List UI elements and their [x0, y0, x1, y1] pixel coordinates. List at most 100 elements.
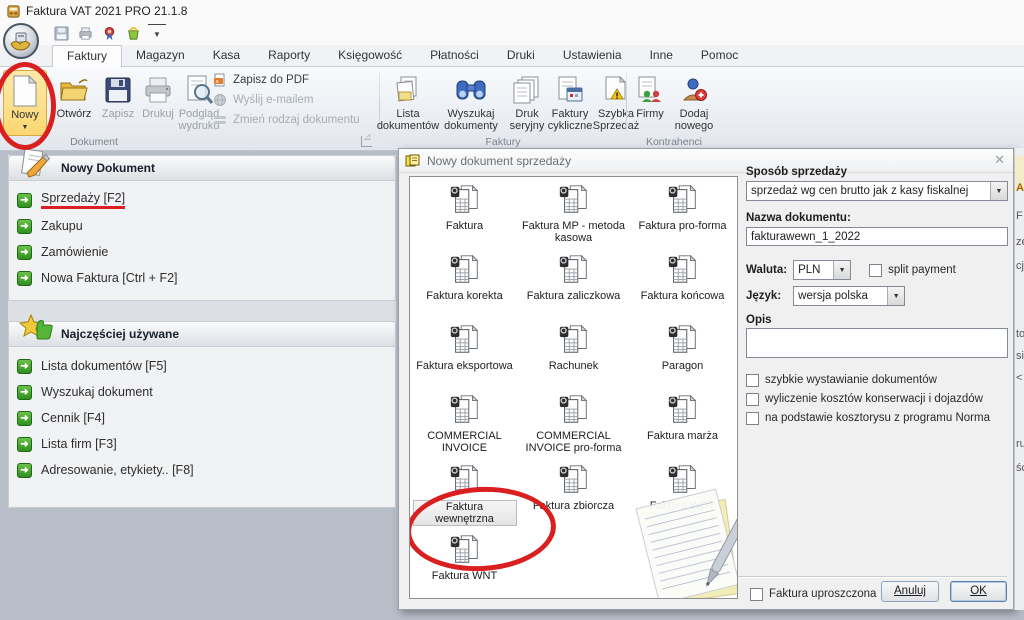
- invoice-document-icon: [448, 253, 482, 289]
- document-type-item[interactable]: Faktura eksportowa: [410, 317, 519, 387]
- ribbon-tab[interactable]: Księgowość: [324, 45, 416, 66]
- change-document-type-item[interactable]: Zmień rodzaj dokumentu: [213, 113, 360, 127]
- search-documents-button[interactable]: Wyszukaj dokumenty: [436, 70, 506, 136]
- serial-print-button[interactable]: Druk seryjny: [507, 70, 547, 136]
- group-label-kontrahenci: Kontrahenci: [628, 136, 720, 148]
- change-type-icon: [213, 113, 227, 127]
- add-contractor-label: Dodaj nowego: [672, 108, 716, 132]
- ribbon-tab[interactable]: Pomoc: [687, 45, 752, 66]
- document-type-item[interactable]: Faktura końcowa: [628, 247, 737, 317]
- sidebar-item-label: Zakupu: [41, 219, 83, 234]
- recurring-invoices-icon: [555, 72, 585, 108]
- document-type-item[interactable]: Faktura zbiorcza: [519, 457, 628, 527]
- document-type-item[interactable]: COMMERCIAL INVOICE: [410, 387, 519, 457]
- serial-print-label: Druk seryjny: [507, 108, 547, 132]
- add-contractor-button[interactable]: Dodaj nowego: [672, 70, 716, 136]
- sidebar-item[interactable]: ➜ Zakupu: [17, 213, 395, 239]
- floppy-icon: [105, 72, 131, 108]
- ribbon-tab[interactable]: Faktury: [52, 45, 122, 67]
- simplified-invoice-checkbox[interactable]: [750, 588, 763, 601]
- sidebar-group-header: Najczęściej używane: [9, 322, 395, 347]
- document-type-item[interactable]: Faktura wewnętrzna: [410, 457, 519, 527]
- shop-icon[interactable]: [124, 24, 142, 42]
- license-badge-icon[interactable]: [100, 24, 118, 42]
- sidebar-item[interactable]: ➜ Nowa Faktura [Ctrl + F2]: [17, 265, 395, 291]
- currency-combobox[interactable]: PLN ▼: [793, 260, 851, 280]
- ok-button[interactable]: OK: [950, 581, 1007, 602]
- option-checkboxes: szybkie wystawianie dokumentów wyliczeni…: [746, 372, 990, 426]
- binoculars-icon: [455, 72, 487, 108]
- combo-arrow-icon[interactable]: ▼: [990, 182, 1007, 200]
- green-arrow-icon: ➜: [17, 411, 32, 426]
- ribbon-tab[interactable]: Kasa: [199, 45, 254, 66]
- ribbon-tab[interactable]: Ustawienia: [549, 45, 636, 66]
- option-label: szybkie wystawianie dokumentów: [765, 374, 937, 386]
- ribbon-tab[interactable]: Raporty: [254, 45, 324, 66]
- document-type-item[interactable]: Faktura korekta: [410, 247, 519, 317]
- open-button-label: Otwórz: [57, 108, 92, 120]
- combo-arrow-icon[interactable]: ▼: [833, 261, 850, 279]
- green-arrow-icon: ➜: [17, 463, 32, 478]
- sidebar-item[interactable]: ➜ Cennik [F4]: [17, 405, 395, 431]
- sidebar-item[interactable]: ➜ Lista firm [F3]: [17, 431, 395, 457]
- sidebar-item-label: Lista dokumentów [F5]: [41, 359, 167, 374]
- option-checkbox[interactable]: [746, 393, 759, 406]
- document-type-item[interactable]: Faktura: [410, 177, 519, 247]
- save-button[interactable]: Zapisz: [96, 70, 140, 136]
- ribbon-tab[interactable]: Płatności: [416, 45, 493, 66]
- qat-customize-dropdown-icon[interactable]: ▼: [148, 24, 166, 42]
- send-email-item[interactable]: Wyślij e-mailem: [213, 93, 360, 107]
- sidebar-item[interactable]: ➜ Adresowanie, etykiety.. [F8]: [17, 457, 395, 483]
- sidebar-item[interactable]: ➜ Sprzedaży [F2]: [17, 187, 395, 213]
- navigation-sidebar: Nowy Dokument ➜ Sprzedaży [F2] ➜ Zakupu: [8, 155, 396, 508]
- ribbon-group-kontrahenci: Firmy Dodaj nowego Kontrahenci: [628, 67, 720, 150]
- ribbon-tab[interactable]: Druki: [493, 45, 549, 66]
- document-type-item[interactable]: COMMERCIAL INVOICE pro-forma: [519, 387, 628, 457]
- print-icon[interactable]: [76, 24, 94, 42]
- split-payment-checkbox[interactable]: [869, 264, 882, 277]
- sidebar-item-label: Wyszukaj dokument: [41, 385, 153, 400]
- sidebar-item[interactable]: ➜ Zamówienie: [17, 239, 395, 265]
- language-combobox[interactable]: wersja polska ▼: [793, 286, 905, 306]
- save-icon[interactable]: [52, 24, 70, 42]
- email-icon: [213, 93, 227, 107]
- document-name-input[interactable]: [746, 227, 1008, 246]
- save-to-pdf-item[interactable]: a Zapisz do PDF: [213, 73, 360, 87]
- language-value: wersja polska: [794, 287, 887, 305]
- combo-arrow-icon[interactable]: ▼: [887, 287, 904, 305]
- sidebar-item[interactable]: ➜ Wyszukaj dokument: [17, 379, 395, 405]
- recurring-invoices-button[interactable]: Faktury cykliczne: [547, 70, 593, 136]
- option-row: szybkie wystawianie dokumentów: [746, 372, 990, 388]
- ribbon-tab[interactable]: Magazyn: [122, 45, 199, 66]
- sidebar-item[interactable]: ➜ Lista dokumentów [F5]: [17, 353, 395, 379]
- sale-method-combobox[interactable]: sprzedaż wg cen brutto jak z kasy fiskal…: [746, 181, 1008, 201]
- print-button[interactable]: Drukuj: [136, 70, 180, 136]
- option-checkbox[interactable]: [746, 412, 759, 425]
- document-type-item[interactable]: Paragon: [628, 317, 737, 387]
- text-fragment: A: [1016, 182, 1024, 194]
- cancel-button[interactable]: Anuluj: [881, 581, 939, 602]
- document-type-item[interactable]: Faktura WNT: [410, 527, 519, 597]
- sidebar-item-label: Cennik [F4]: [41, 411, 105, 426]
- dialog-launcher-icon[interactable]: [361, 136, 372, 147]
- document-list-button[interactable]: Lista dokumentów: [381, 70, 435, 136]
- document-type-item[interactable]: Faktura marża: [628, 387, 737, 457]
- document-type-item[interactable]: Rachunek: [519, 317, 628, 387]
- new-dropdown-arrow-icon: ▼: [22, 122, 29, 134]
- option-checkbox[interactable]: [746, 374, 759, 387]
- sidebar-item-label: Lista firm [F3]: [41, 437, 117, 452]
- new-document-button[interactable]: Nowy ▼: [3, 70, 47, 136]
- send-email-label: Wyślij e-mailem: [233, 94, 313, 106]
- dialog-close-icon[interactable]: ✕: [994, 152, 1005, 168]
- document-type-item[interactable]: Faktura pro-forma: [628, 177, 737, 247]
- document-type-item[interactable]: Faktura MP - metoda kasowa: [519, 177, 628, 247]
- document-type-item[interactable]: Faktura zaliczkowa: [519, 247, 628, 317]
- description-textarea[interactable]: [746, 328, 1008, 358]
- window-title: Faktura VAT 2021 PRO 21.1.8: [26, 4, 187, 18]
- document-type-label: Faktura zaliczkowa: [527, 290, 621, 302]
- ribbon-tab[interactable]: Inne: [636, 45, 687, 66]
- star-thumb-icon: [19, 313, 55, 348]
- open-button[interactable]: Otwórz: [52, 70, 96, 136]
- application-menu-button[interactable]: [3, 23, 39, 59]
- companies-button[interactable]: Firmy: [630, 70, 670, 136]
